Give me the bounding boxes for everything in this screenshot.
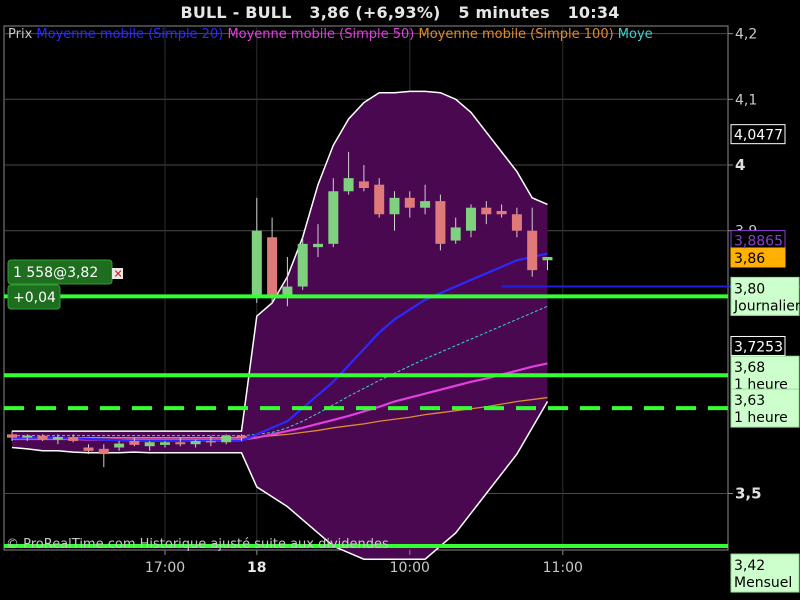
bollinger-band xyxy=(11,90,549,560)
y-tick-label: 4,2 xyxy=(735,27,757,43)
level-tag-price: 3,63 xyxy=(734,393,765,409)
y-tick-label: 4,1 xyxy=(735,92,757,108)
legend-entry[interactable]: Moyenne mobile (Simple 20) xyxy=(32,27,223,42)
candle-body-down xyxy=(511,214,522,231)
candle-body-up xyxy=(221,435,232,443)
candle-body-up xyxy=(542,256,553,261)
legend-entry[interactable]: Prix xyxy=(8,27,33,42)
position-badge[interactable]: 1 558@3,82 ✕ +0,04 xyxy=(7,259,123,310)
chart-canvas[interactable]: 4,24,143,93,5 17:001810:0011:00 4,04773,… xyxy=(0,0,800,600)
candle-body-up xyxy=(144,442,155,447)
candle-body-down xyxy=(527,230,538,271)
x-tick-label: 17:00 xyxy=(145,560,185,576)
position-qty-price: 1 558@3,82 xyxy=(13,265,98,281)
level-tag-period: Mensuel xyxy=(734,575,792,591)
x-tick-label: 18 xyxy=(247,560,266,576)
candle-body-up xyxy=(389,197,400,215)
candle-body-down xyxy=(435,201,446,244)
candle-body-down xyxy=(374,184,385,215)
candle-body-up xyxy=(297,243,308,287)
candle-body-down xyxy=(496,210,507,215)
level-tag-period: Journalier xyxy=(733,298,800,314)
candle-body-down xyxy=(98,448,109,455)
candle-body-down xyxy=(129,440,140,445)
candle-body-up xyxy=(190,440,201,445)
x-tick-label: 11:00 xyxy=(543,560,583,576)
price-box-label: 3,86 xyxy=(734,251,765,267)
bollinger-fill xyxy=(12,91,548,560)
price-box-label: 4,0477 xyxy=(734,128,783,144)
candle-body-down xyxy=(83,447,94,451)
candle-body-down xyxy=(175,442,186,445)
price-box-label: 3,7253 xyxy=(734,339,783,355)
candle-body-up xyxy=(114,443,125,448)
legend-entry[interactable]: Moyenne mobile (Simple 50) xyxy=(223,27,414,42)
level-tag-price: 3,42 xyxy=(734,558,765,574)
candle-body-down xyxy=(267,237,278,297)
legend-entry[interactable]: Moye xyxy=(614,27,653,42)
candle-body-down xyxy=(37,435,48,440)
candle-body-up xyxy=(52,436,63,440)
y-tick-label: 4 xyxy=(735,156,745,174)
level-tag-period: 1 heure xyxy=(734,410,788,426)
candle-body-up xyxy=(420,201,431,208)
candle-body-down xyxy=(358,181,369,188)
copyright-notice: © ProRealTime.com Historique ajusté suit… xyxy=(6,537,389,552)
candle-body-down xyxy=(236,435,247,438)
position-pnl: +0,04 xyxy=(13,290,56,306)
candle-body-down xyxy=(481,207,492,215)
candle-body-up xyxy=(450,227,461,241)
level-tag-price: 3,68 xyxy=(734,360,765,376)
candle-body-up xyxy=(328,191,339,244)
candle-body-down xyxy=(7,434,17,438)
close-icon: ✕ xyxy=(114,268,123,281)
candle-body-down xyxy=(404,197,415,208)
candle-body-down xyxy=(68,436,79,441)
x-tick-label: 10:00 xyxy=(390,560,430,576)
candle-body-up xyxy=(466,207,476,231)
y-tick-label: 3,5 xyxy=(735,485,762,503)
price-boxes: 4,0477 3,88653,86 3,7253 3,80Journalier 3,68… xyxy=(730,124,800,593)
candle-body-up xyxy=(251,230,262,297)
price-box-label: 3,8865 xyxy=(734,234,783,250)
candle-body-up xyxy=(160,442,170,445)
candle-body-down xyxy=(205,440,216,443)
candle-body-up xyxy=(22,435,33,438)
level-tag-price: 3,80 xyxy=(734,281,765,297)
legend-entry[interactable]: Moyenne mobile (Simple 100) xyxy=(414,27,613,42)
candle-body-up xyxy=(313,243,323,248)
candle-body-up xyxy=(343,178,354,192)
indicator-legend[interactable]: Prix Moyenne mobile (Simple 20) Moyenne … xyxy=(8,27,653,42)
